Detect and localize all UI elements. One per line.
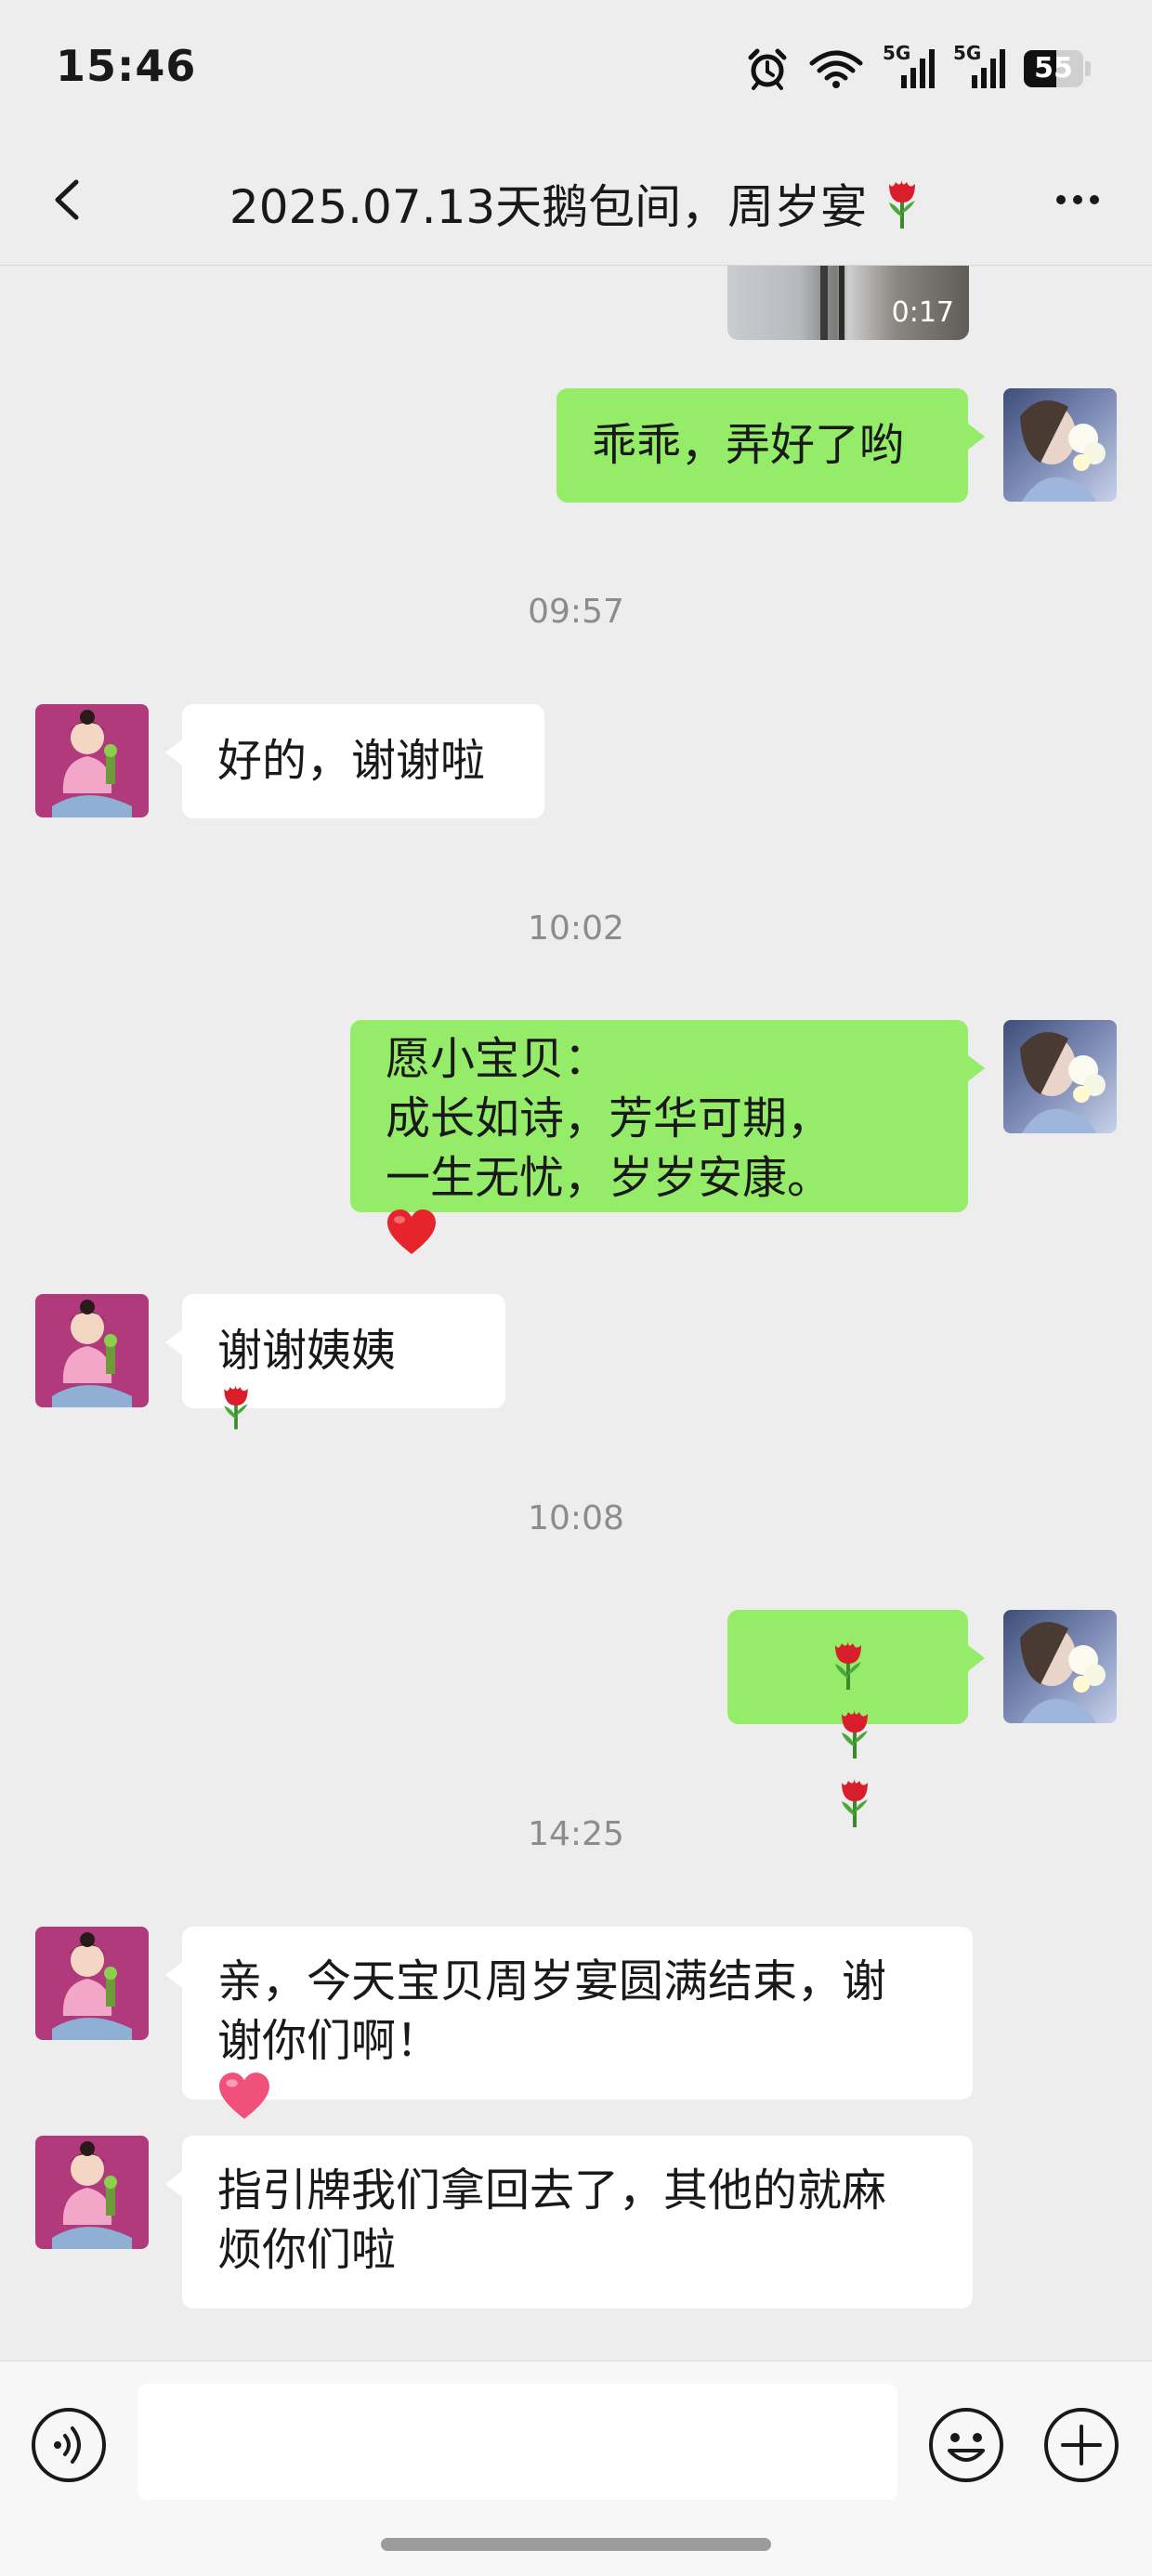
- message-bubble[interactable]: 亲，今天宝贝周岁宴圆满结束，谢 谢你们啊！: [165, 1927, 973, 2119]
- timestamp: 14:25: [528, 1815, 624, 1853]
- more-dots-icon: [1056, 195, 1099, 204]
- avatar-contact[interactable]: [35, 1927, 149, 2040]
- avatar-contact[interactable]: [35, 1294, 149, 1407]
- tulip-row: [727, 1638, 968, 1844]
- message-bubble[interactable]: 愿小宝贝： 成长如诗，芳华可期， 一生无忧，岁岁安康。: [350, 1020, 985, 1254]
- plus-icon: [1044, 2408, 1119, 2482]
- status-time: 15:46: [56, 41, 197, 91]
- message-bubble[interactable]: 谢谢姨姨: [165, 1294, 505, 1430]
- back-button[interactable]: [37, 167, 102, 232]
- chat-title-text: 2025.07.13天鹅包间，周岁宴: [229, 180, 868, 234]
- video-message[interactable]: 0:17: [727, 266, 969, 340]
- status-bar: 15:46 5G 5G 55: [0, 0, 1152, 135]
- message-text: 好的，谢谢啦: [217, 735, 486, 787]
- voice-button[interactable]: [30, 2406, 108, 2484]
- chat-header: 2025.07.13天鹅包间，周岁宴: [0, 135, 1152, 266]
- input-bar: [0, 2360, 1152, 2576]
- message-bubble[interactable]: 指引牌我们拿回去了，其他的就麻 烦你们啦: [165, 2136, 973, 2308]
- tulip-icon: [740, 1706, 968, 1775]
- avatar-contact[interactable]: [35, 704, 149, 817]
- status-icons: 5G 5G 55: [745, 41, 1091, 97]
- home-indicator[interactable]: [381, 2538, 771, 2551]
- message-line-with-icon: 谢谢姨姨: [217, 1321, 470, 1447]
- emoji-icon: [929, 2408, 1003, 2482]
- signal-5g-icon: 5G: [953, 42, 1005, 92]
- timestamp: 09:57: [528, 593, 624, 631]
- message-bubble[interactable]: [727, 1610, 985, 1827]
- voice-icon: [32, 2408, 106, 2482]
- tulip-icon: [727, 1638, 968, 1706]
- message-line: 亲，今天宝贝周岁宴圆满结束，谢: [217, 1955, 887, 2007]
- timestamp: 10:02: [528, 909, 624, 948]
- battery-icon: 55: [1024, 50, 1091, 87]
- plus-button[interactable]: [1042, 2406, 1120, 2484]
- chat-area[interactable]: 0:17 乖乖，弄好了哟 09:57 好的，谢谢啦 10:02 愿小宝贝： 成长…: [0, 266, 1152, 2360]
- message-line-with-icon: 一生无忧，岁岁安康。: [386, 1148, 933, 1271]
- message-line: 谢你们啊！: [217, 2015, 441, 2067]
- message-line: 指引牌我们拿回去了，其他的就麻: [217, 2164, 887, 2216]
- message-bubble[interactable]: 好的，谢谢啦: [165, 704, 544, 818]
- tulip-icon: [217, 1380, 470, 1447]
- avatar-contact[interactable]: [35, 2136, 149, 2249]
- message-line-with-icon: 谢你们啊！: [217, 2011, 937, 2136]
- message-text: 乖乖，弄好了哟: [592, 419, 905, 471]
- message-line: 愿小宝贝：: [386, 1033, 609, 1085]
- pink-heart-icon: [217, 2071, 937, 2136]
- more-button[interactable]: [1041, 167, 1115, 232]
- battery-level: 55: [1034, 52, 1073, 85]
- alarm-icon: [745, 46, 790, 91]
- heart-icon: [386, 1208, 933, 1271]
- message-line: 一生无忧，岁岁安康。: [386, 1152, 832, 1204]
- video-duration: 0:17: [891, 296, 954, 329]
- message-input[interactable]: [137, 2384, 897, 2500]
- signal-5g-icon: 5G: [883, 42, 935, 92]
- emoji-button[interactable]: [927, 2406, 1005, 2484]
- timestamp: 10:08: [528, 1499, 624, 1537]
- avatar-self[interactable]: [1003, 1610, 1117, 1723]
- message-bubble[interactable]: 乖乖，弄好了哟: [556, 388, 985, 503]
- message-text: 谢谢姨姨: [217, 1325, 397, 1377]
- avatar-self[interactable]: [1003, 388, 1117, 502]
- chat-title: 2025.07.13天鹅包间，周岁宴: [130, 170, 1022, 242]
- avatar-self[interactable]: [1003, 1020, 1117, 1133]
- tulip-icon: [882, 177, 923, 242]
- wifi-icon: [808, 48, 864, 89]
- message-line: 成长如诗，芳华可期，: [386, 1092, 832, 1144]
- message-line: 烦你们啦: [217, 2224, 397, 2276]
- chevron-left-icon: [55, 179, 79, 220]
